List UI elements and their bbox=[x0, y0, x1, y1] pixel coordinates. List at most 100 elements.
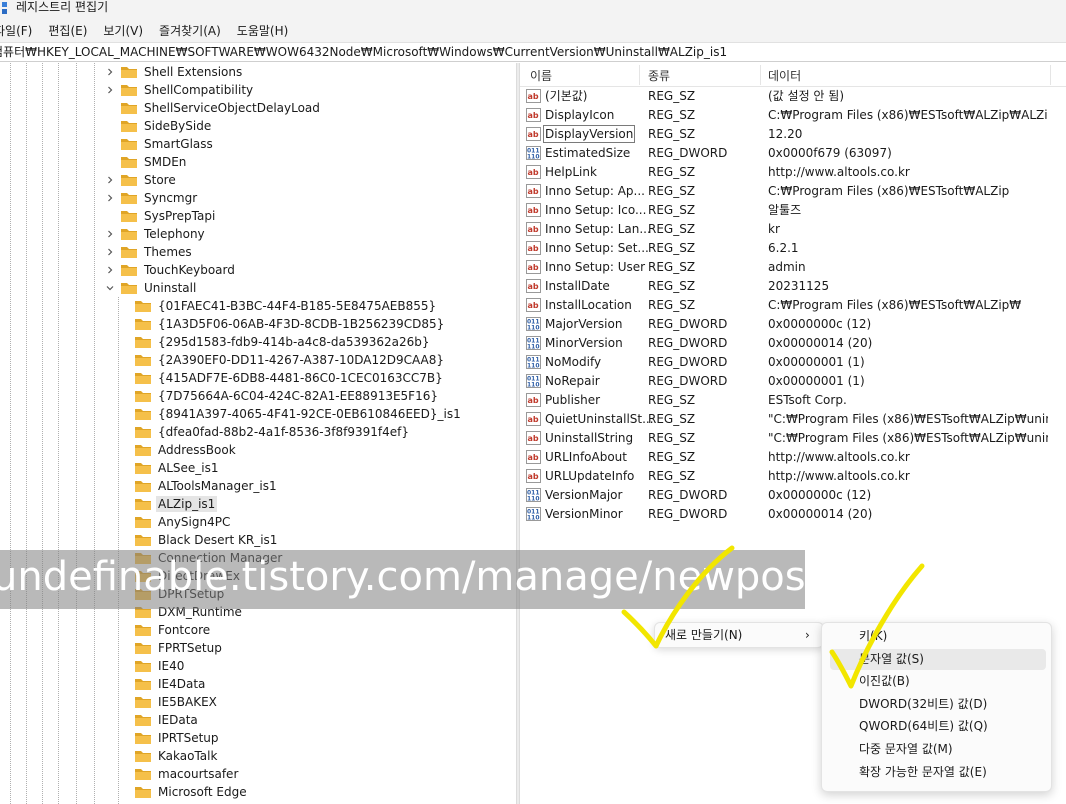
value-row[interactable]: ab HelpLink REG_SZ http://www.altools.co.kr bbox=[520, 163, 1066, 182]
tree-node[interactable]: {415ADF7E-6DB8-4481-86C0-1CEC0163CC7B} bbox=[134, 369, 445, 387]
tree-node[interactable]: {dfea0fad-88b2-4a1f-8536-3f8f9391f4ef} bbox=[134, 423, 411, 441]
value-row[interactable]: ab URLUpdateInfo REG_SZ http://www.altools.… bbox=[520, 467, 1066, 486]
tree-node[interactable]: Telephony bbox=[104, 225, 207, 243]
tree-node[interactable]: Fontcore bbox=[134, 621, 212, 639]
chevron-right-icon[interactable] bbox=[104, 264, 116, 276]
value-row[interactable]: 011 110 VersionMajor REG_DWORD 0x0000000c (1… bbox=[520, 486, 1066, 505]
column-header-type[interactable]: 종류 bbox=[648, 67, 670, 84]
value-row[interactable]: ab (기본값) REG_SZ (값 설정 안 됨) bbox=[520, 87, 1066, 106]
tree-node[interactable]: Black Desert KR_is1 bbox=[134, 531, 279, 549]
value-row[interactable]: 011 110 NoRepair REG_DWORD 0x00000001 (1) bbox=[520, 372, 1066, 391]
value-row[interactable]: ab InstallLocation REG_SZ C:₩Program Files … bbox=[520, 296, 1066, 315]
address-path[interactable]: 컴퓨터₩HKEY_LOCAL_MACHINE₩SOFTWARE₩WOW6432N… bbox=[0, 45, 727, 59]
column-separator[interactable] bbox=[760, 65, 761, 85]
value-row[interactable]: ab Inno Setup: Ap... REG_SZ C:₩Program File… bbox=[520, 182, 1066, 201]
menu-edit[interactable]: 편집(E) bbox=[48, 22, 87, 39]
new-submenu: 키(K) 문자열 값(S) 이진값(B) DWORD(32비트) 값(D) QWORD(… bbox=[821, 622, 1052, 792]
tree-node[interactable]: ALToolsManager_is1 bbox=[134, 477, 279, 495]
chevron-right-icon[interactable] bbox=[104, 84, 116, 96]
folder-icon bbox=[135, 679, 151, 690]
tree-node[interactable]: macourtsafer bbox=[134, 765, 240, 783]
menu-item-new[interactable]: 새로 만들기(N) bbox=[665, 627, 742, 643]
submenu-item[interactable]: 다중 문자열 값(M) bbox=[830, 739, 1046, 760]
column-header-name[interactable]: 이름 bbox=[530, 67, 552, 84]
value-row[interactable]: ab DisplayIcon REG_SZ C:₩Program Files (x86… bbox=[520, 106, 1066, 125]
tree-node[interactable]: IE4Data bbox=[134, 675, 207, 693]
submenu-item[interactable]: DWORD(32비트) 값(D) bbox=[830, 694, 1046, 715]
value-row[interactable]: 011 110 MajorVersion REG_DWORD 0x0000000c (1… bbox=[520, 315, 1066, 334]
column-header-data[interactable]: 데이터 bbox=[768, 67, 801, 84]
svg-text:110: 110 bbox=[527, 382, 540, 389]
value-row[interactable]: ab Inno Setup: Lan... REG_SZ kr bbox=[520, 220, 1066, 239]
value-row[interactable]: ab Inno Setup: Ico... REG_SZ 알툴즈 bbox=[520, 201, 1066, 220]
tree-node[interactable]: IPRTSetup bbox=[134, 729, 221, 747]
tree-node[interactable]: {295d1583-fdb9-414b-a4c8-da539362a26b} bbox=[134, 333, 432, 351]
tree-node[interactable]: {8941A397-4065-4F41-92CE-0EB610846EED}_i… bbox=[134, 405, 463, 423]
tree-node[interactable]: Store bbox=[104, 171, 178, 189]
submenu-item[interactable]: 문자열 값(S) bbox=[830, 648, 1046, 670]
tree-node-selected[interactable]: ALZip_is1 bbox=[134, 495, 218, 513]
tree-node[interactable]: {2A390EF0-DD11-4267-A387-10DA12D9CAA8} bbox=[134, 351, 446, 369]
tree-node[interactable]: {01FAEC41-B3BC-44F4-B185-5E8475AEB855} bbox=[134, 297, 438, 315]
tree-node[interactable]: {7D75664A-6C04-424C-82A1-EE88913E5F16} bbox=[134, 387, 440, 405]
value-row[interactable]: ab InstallDate REG_SZ 20231125 bbox=[520, 277, 1066, 296]
tree-node[interactable]: AnySign4PC bbox=[134, 513, 232, 531]
value-row[interactable]: 011 110 EstimatedSize REG_DWORD 0x0000f679 (… bbox=[520, 144, 1066, 163]
value-row[interactable]: 011 110 VersionMinor REG_DWORD 0x00000014 (2… bbox=[520, 505, 1066, 524]
value-row[interactable]: 011 110 NoModify REG_DWORD 0x00000001 (1) bbox=[520, 353, 1066, 372]
value-row[interactable]: ab Inno Setup: User REG_SZ admin bbox=[520, 258, 1066, 277]
tree-node[interactable]: ShellCompatibility bbox=[104, 81, 255, 99]
tree-node[interactable]: IEData bbox=[134, 711, 200, 729]
value-row[interactable]: ab URLInfoAbout REG_SZ http://www.altools.c… bbox=[520, 448, 1066, 467]
chevron-down-icon[interactable] bbox=[104, 282, 116, 294]
value-data: 6.2.1 bbox=[768, 241, 799, 255]
value-row[interactable]: 011 110 MinorVersion REG_DWORD 0x00000014 (2… bbox=[520, 334, 1066, 353]
address-bar[interactable]: 컴퓨터₩HKEY_LOCAL_MACHINE₩SOFTWARE₩WOW6432N… bbox=[0, 42, 1066, 62]
column-separator[interactable] bbox=[639, 65, 640, 85]
tree-node-label: SideBySide bbox=[144, 119, 212, 133]
tree-node[interactable]: ShellServiceObjectDelayLoad bbox=[104, 99, 322, 117]
tree-node[interactable]: FPRTSetup bbox=[134, 639, 224, 657]
submenu-item[interactable]: 확장 가능한 문자열 값(E) bbox=[830, 762, 1046, 783]
chevron-right-icon[interactable] bbox=[104, 246, 116, 258]
submenu-item[interactable]: 키(K) bbox=[830, 626, 1046, 647]
svg-text:ab: ab bbox=[528, 244, 539, 253]
tree-node[interactable]: Shell Extensions bbox=[104, 63, 244, 81]
folder-icon bbox=[121, 103, 137, 114]
menu-view[interactable]: 보기(V) bbox=[103, 22, 143, 39]
menu-file[interactable]: 파일(F) bbox=[0, 22, 32, 39]
tree-node[interactable]: KakaoTalk bbox=[134, 747, 219, 765]
value-row[interactable]: ab Inno Setup: Set... REG_SZ 6.2.1 bbox=[520, 239, 1066, 258]
tree-node[interactable]: Themes bbox=[104, 243, 194, 261]
tree-node[interactable]: SmartGlass bbox=[104, 135, 215, 153]
tree-node[interactable]: Syncmgr bbox=[104, 189, 199, 207]
folder-icon bbox=[121, 193, 137, 204]
tree-node[interactable]: AddressBook bbox=[134, 441, 238, 459]
tree-node[interactable]: IE5BAKEX bbox=[134, 693, 219, 711]
tree-node[interactable]: SideBySide bbox=[104, 117, 213, 135]
value-data: ESTsoft Corp. bbox=[768, 393, 847, 407]
menu-help[interactable]: 도움말(H) bbox=[237, 22, 289, 39]
value-row[interactable]: ab QuietUninstallSt... REG_SZ "C:₩Program F… bbox=[520, 410, 1066, 429]
submenu-item[interactable]: QWORD(64비트) 값(Q) bbox=[830, 716, 1046, 737]
tree-node[interactable]: Microsoft Edge bbox=[134, 783, 249, 801]
tree-node[interactable]: SMDEn bbox=[104, 153, 188, 171]
chevron-right-icon[interactable] bbox=[104, 174, 116, 186]
submenu-item[interactable]: 이진값(B) bbox=[830, 671, 1046, 692]
tree-node[interactable]: Uninstall bbox=[104, 279, 198, 297]
menu-favorites[interactable]: 즐겨찾기(A) bbox=[159, 22, 221, 39]
tree-node[interactable]: TouchKeyboard bbox=[104, 261, 237, 279]
tree-node[interactable]: ALSee_is1 bbox=[134, 459, 221, 477]
chevron-right-icon[interactable] bbox=[104, 66, 116, 78]
tree-node[interactable]: {1A3D5F06-06AB-4F3D-8CDB-1B256239CD85} bbox=[134, 315, 446, 333]
column-separator[interactable] bbox=[1050, 65, 1051, 85]
chevron-right-icon[interactable] bbox=[104, 228, 116, 240]
tree-node[interactable]: SysPrepTapi bbox=[104, 207, 217, 225]
key-tree-pane[interactable]: Shell Extensions ShellCompatibility ShellS… bbox=[0, 63, 516, 804]
chevron-right-icon[interactable] bbox=[104, 192, 116, 204]
value-row[interactable]: ab DisplayVersion REG_SZ 12.20 bbox=[520, 125, 1066, 144]
tree-node[interactable]: IE40 bbox=[134, 657, 186, 675]
value-row[interactable]: ab UninstallString REG_SZ "C:₩Program Files… bbox=[520, 429, 1066, 448]
value-row[interactable]: ab Publisher REG_SZ ESTsoft Corp. bbox=[520, 391, 1066, 410]
